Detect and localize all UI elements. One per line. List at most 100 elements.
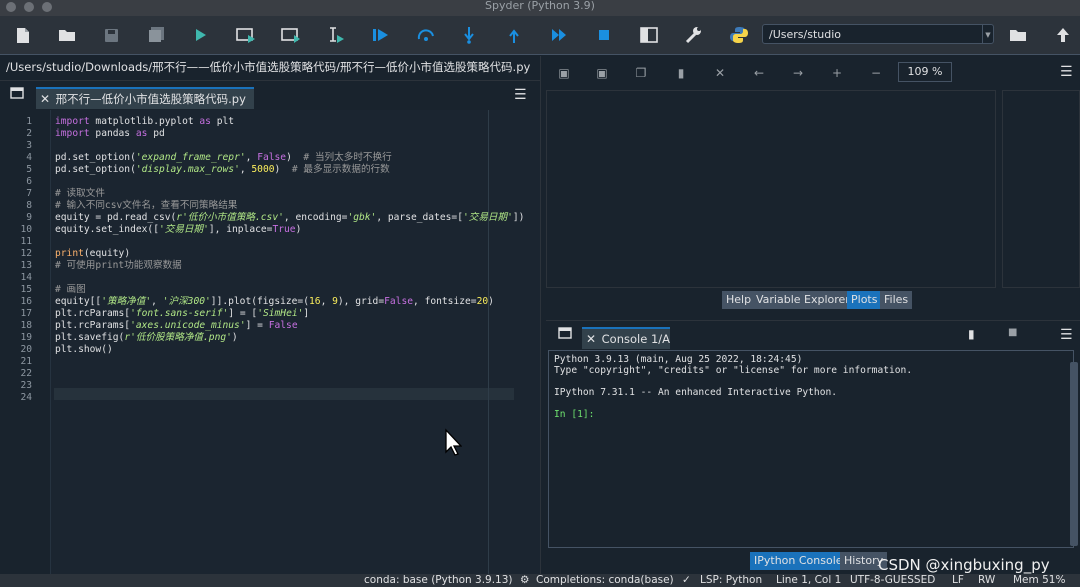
status-eol: LF (952, 574, 964, 586)
line-number: 19 (20, 332, 32, 343)
console-options-menu-icon[interactable]: ☰ (1060, 327, 1073, 343)
step-return-icon[interactable] (503, 24, 525, 46)
zoom-in-icon[interactable]: + (829, 65, 845, 81)
save-all-plots-icon[interactable]: ▣ (594, 65, 610, 81)
line-number: 5 (26, 164, 32, 175)
next-plot-icon[interactable]: → (790, 65, 806, 81)
code-line: print(equity) (55, 248, 131, 259)
line-number: 11 (20, 236, 32, 247)
preferences-icon[interactable] (682, 24, 704, 46)
browse-tabs-icon[interactable] (558, 327, 572, 342)
continue-icon[interactable] (548, 24, 570, 46)
browse-folder-icon[interactable] (1007, 24, 1029, 46)
previous-plot-icon[interactable]: ← (751, 65, 767, 81)
title-bar: Spyder (Python 3.9) (0, 0, 1080, 16)
console-tab[interactable]: ✕ Console 1/A (582, 327, 670, 349)
status-permissions: RW (978, 574, 996, 586)
watermark: CSDN @xingbuxing_py (878, 556, 1050, 574)
run-cell-icon[interactable] (235, 24, 257, 46)
tab-ipython-console[interactable]: IPython Console (750, 552, 847, 570)
line-number: 18 (20, 320, 32, 331)
python-path-icon[interactable] (728, 24, 750, 46)
editor-tab[interactable]: ✕ 邢不行—低价小市值选股策略代码.py (36, 87, 254, 109)
editor-tab-bar: ✕ 邢不行—低价小市值选股策略代码.py ☰ (0, 80, 540, 111)
code-line: equity.set_index(['交易日期'], inplace=True) (55, 224, 302, 235)
line-number: 24 (20, 392, 32, 403)
status-memory: Mem 51% (1013, 574, 1066, 586)
save-all-icon[interactable] (145, 24, 167, 46)
working-directory-value: /Users/studio (769, 28, 841, 41)
line-number: 3 (26, 140, 32, 151)
console-scrollbar[interactable] (1070, 362, 1078, 546)
line-number: 15 (20, 284, 32, 295)
run-icon[interactable] (190, 24, 212, 46)
line-number: 7 (26, 188, 32, 199)
line-number: 20 (20, 344, 32, 355)
line-number: 13 (20, 260, 32, 271)
run-selection-icon[interactable] (325, 24, 347, 46)
plots-canvas (546, 90, 996, 288)
close-icon[interactable]: ✕ (586, 329, 598, 349)
remove-all-plots-icon[interactable]: ✕ (712, 65, 728, 81)
zoom-level-field[interactable]: 109 % (898, 62, 952, 82)
line-number: 16 (20, 296, 32, 307)
pane-tabs: Help Variable Explorer Plots Files (546, 290, 1080, 310)
code-line: # 可使用print功能观察数据 (55, 260, 182, 271)
status-cursor-position: Line 1, Col 1 (776, 574, 842, 586)
zoom-out-icon[interactable]: − (868, 65, 884, 81)
line-number: 1 (26, 116, 32, 127)
current-line-highlight (54, 388, 514, 400)
save-icon[interactable] (100, 24, 122, 46)
code-line: plt.rcParams['font.sans-serif'] = ['SimH… (55, 308, 310, 319)
tab-plots[interactable]: Plots (847, 291, 882, 309)
code-line: plt.rcParams['axes.unicode_minus'] = Fal… (55, 320, 298, 331)
clear-console-icon[interactable]: ▮ (968, 327, 975, 341)
plots-options-menu-icon[interactable]: ☰ (1060, 64, 1073, 80)
line-number: 10 (20, 224, 32, 235)
check-icon: ✓ (682, 574, 691, 586)
console-tab-bar: ✕ Console 1/A ▮ ■ ☰ (546, 320, 1080, 351)
open-folder-icon[interactable] (56, 24, 78, 46)
save-plot-icon[interactable]: ▣ (556, 65, 572, 81)
step-icon[interactable] (415, 24, 437, 46)
code-line: pd.set_option('expand_frame_repr', False… (55, 152, 392, 163)
close-icon[interactable]: ✕ (40, 89, 52, 109)
line-number: 6 (26, 176, 32, 187)
edge-line (488, 110, 489, 576)
code-editor[interactable]: 1 2 3 4 5 6 7 8 9 10 11 12 13 14 15 16 17 18 19 20 21 22 23 24 … (2, 110, 540, 576)
window-title: Spyder (Python 3.9) (485, 0, 595, 12)
copy-plot-icon[interactable]: ❐ (633, 65, 649, 81)
line-number: 8 (26, 200, 32, 211)
line-number: 4 (26, 152, 32, 163)
remove-plot-icon[interactable]: ▮ (673, 65, 689, 81)
tab-help[interactable]: Help (722, 291, 756, 309)
new-file-icon[interactable] (12, 24, 34, 46)
line-number: 21 (20, 356, 32, 367)
tab-variable-explorer[interactable]: Variable Explorer (752, 291, 854, 309)
line-number: 23 (20, 380, 32, 391)
plots-toolbar: ▣ ▣ ❐ ▮ ✕ ← → + − 109 % ☰ (546, 56, 1080, 90)
status-env: conda: base (Python 3.9.13) (364, 574, 513, 586)
browse-tabs-icon[interactable] (10, 87, 24, 102)
run-cell-advance-icon[interactable] (280, 24, 302, 46)
debug-icon[interactable] (370, 24, 392, 46)
code-line: import matplotlib.pyplot as plt (55, 116, 235, 127)
stop-icon[interactable] (593, 24, 615, 46)
status-lsp: LSP: Python (700, 574, 763, 586)
parent-directory-icon[interactable] (1052, 24, 1074, 46)
editor-tab-label: 邢不行—低价小市值选股策略代码.py (55, 92, 246, 106)
working-directory-input[interactable]: /Users/studio ▼ (762, 24, 994, 44)
step-into-icon[interactable] (458, 24, 480, 46)
status-bar: conda: base (Python 3.9.13) ⚙ Completion… (0, 574, 1080, 587)
code-line: # 输入不同csv文件名，查看不同策略结果 (55, 200, 238, 211)
code-line: plt.show() (55, 344, 113, 355)
editor-options-menu-icon[interactable]: ☰ (514, 87, 527, 103)
line-number: 17 (20, 308, 32, 319)
tab-files[interactable]: Files (880, 291, 913, 309)
ipython-console[interactable]: Python 3.9.13 (main, Aug 25 2022, 18:24:… (548, 350, 1074, 548)
status-encoding: UTF-8-GUESSED (850, 574, 936, 586)
maximize-pane-icon[interactable] (638, 24, 660, 46)
status-completions: Completions: conda(base) (536, 574, 674, 586)
stop-kernel-icon[interactable]: ■ (1008, 327, 1017, 338)
chevron-down-icon[interactable]: ▼ (982, 25, 993, 43)
